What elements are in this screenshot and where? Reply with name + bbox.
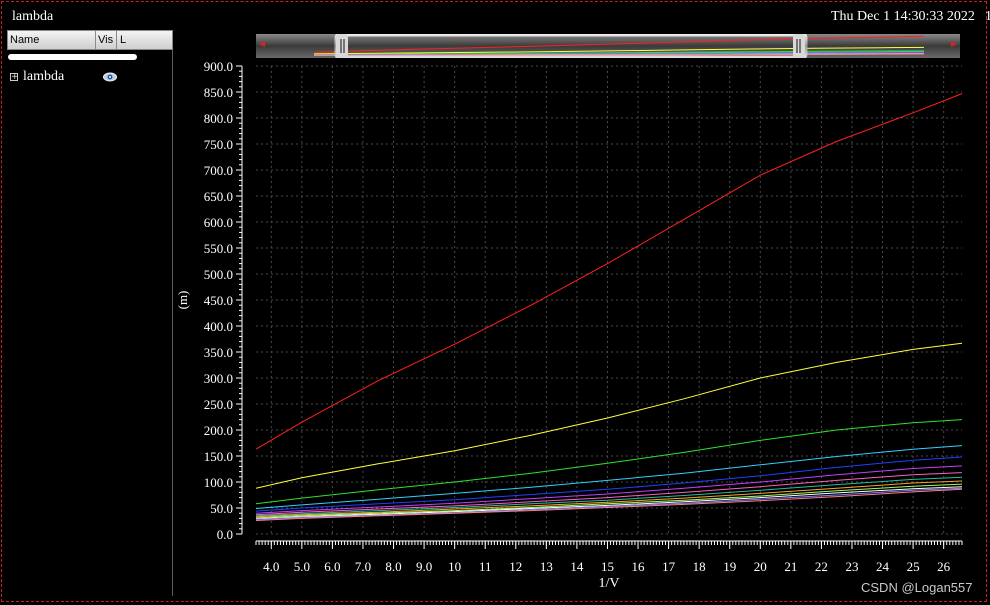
- overview-navigator[interactable]: [256, 34, 960, 58]
- plus-box-icon[interactable]: +: [10, 73, 19, 82]
- datetime-extra: 1: [985, 9, 990, 24]
- column-header-vis[interactable]: Vis: [98, 34, 113, 46]
- watermark: CSDN @Logan557: [861, 580, 973, 595]
- trace-list-header: Name Vis L: [7, 30, 173, 50]
- datetime-label: Thu Dec 1 14:30:33 2022: [831, 9, 975, 24]
- trace-browser-panel: Name Vis L + lambda: [7, 30, 173, 596]
- tree-item-label: lambda: [23, 69, 65, 84]
- left-window-handle[interactable]: [336, 34, 348, 58]
- column-header-l[interactable]: L: [120, 34, 126, 46]
- eye-icon[interactable]: [103, 72, 117, 82]
- right-window-handle[interactable]: [793, 34, 805, 58]
- horizontal-scrollbar[interactable]: [8, 54, 137, 60]
- window-title: lambda: [12, 9, 54, 24]
- column-header-name[interactable]: Name: [10, 34, 39, 46]
